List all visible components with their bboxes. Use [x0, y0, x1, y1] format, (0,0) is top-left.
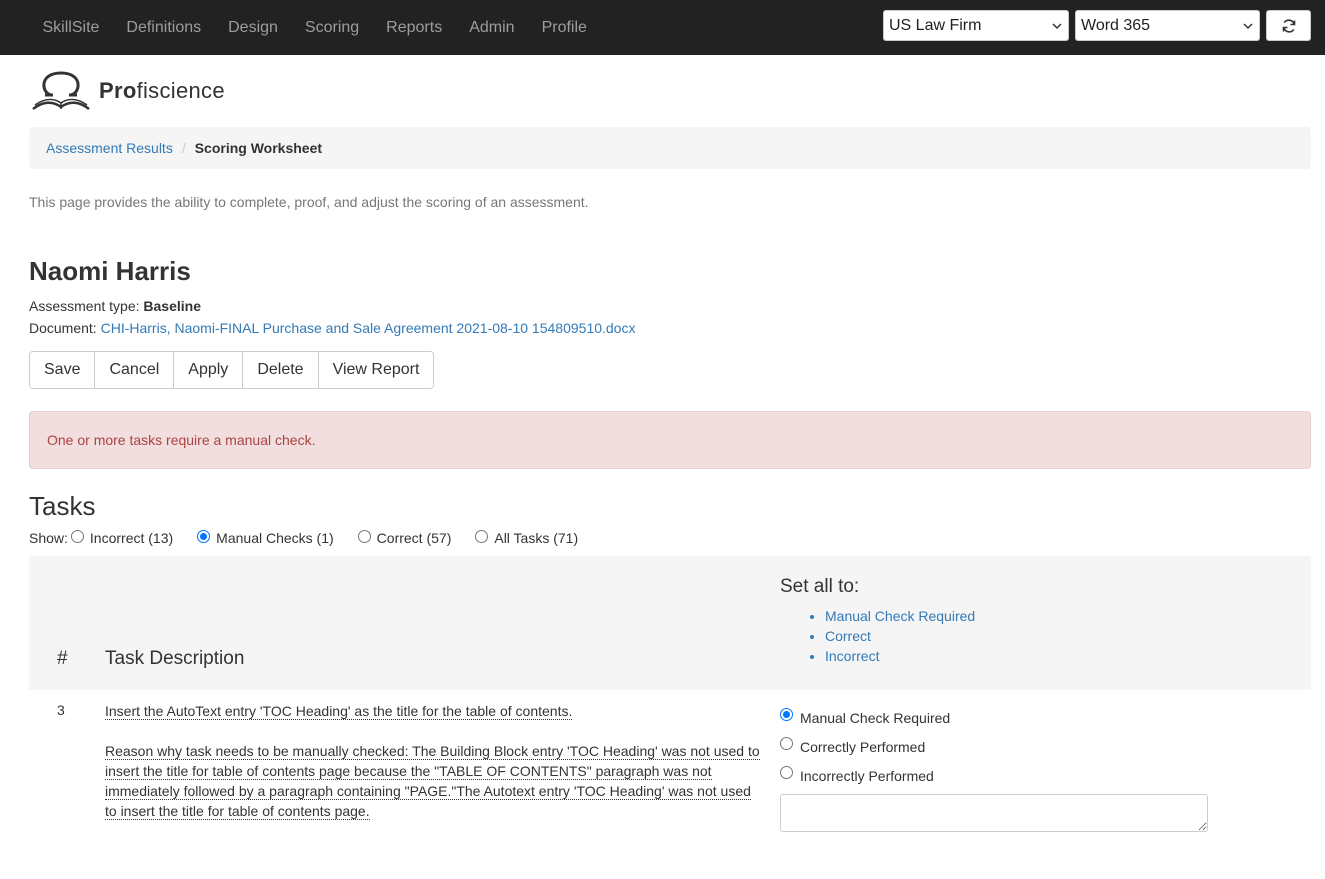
manual-check-alert: One or more tasks require a manual check…: [29, 411, 1311, 469]
logo-text-rest: fiscience: [136, 78, 225, 103]
radio-incorrectly-performed[interactable]: [780, 766, 793, 779]
cancel-button[interactable]: Cancel: [95, 352, 175, 388]
tasks-heading: Tasks: [29, 491, 96, 521]
task-filter-row: Show: Incorrect (13) Manual Checks (1) C…: [29, 529, 1311, 546]
document-link[interactable]: CHI-Harris, Naomi-FINAL Purchase and Sal…: [101, 320, 636, 336]
task-description: Insert the AutoText entry 'TOC Heading' …: [105, 701, 765, 841]
nav-links: SkillSite Definitions Design Scoring Rep…: [29, 0, 600, 55]
top-navbar: SkillSite Definitions Design Scoring Rep…: [0, 0, 1325, 55]
task-reason: Reason why task needs to be manually che…: [105, 743, 760, 820]
filter-all-tasks-label: All Tasks (71): [494, 530, 579, 546]
breadcrumb-assessment-results[interactable]: Assessment Results: [46, 140, 173, 156]
firm-select[interactable]: US Law Firm: [883, 10, 1069, 41]
chevron-down-icon: [1052, 22, 1062, 29]
assessment-type-label: Assessment type:: [29, 298, 140, 314]
option-manual-check-label: Manual Check Required: [800, 709, 951, 726]
filter-correct-label: Correct (57): [376, 530, 452, 546]
filter-incorrect-label: Incorrect (13): [89, 530, 174, 546]
set-all-list: Manual Check Required Correct Incorrect: [780, 606, 975, 666]
tasks-table: # Task Description Set all to: Manual Ch…: [29, 556, 1311, 840]
radio-correctly-performed[interactable]: [780, 737, 793, 750]
nav-reports[interactable]: Reports: [373, 0, 456, 55]
application-select[interactable]: Word 365: [1075, 10, 1260, 41]
refresh-button[interactable]: [1266, 10, 1311, 41]
filter-manual-checks[interactable]: Manual Checks (1): [194, 529, 334, 546]
set-all-manual-check-link[interactable]: Manual Check Required: [825, 608, 975, 624]
book-omega-logo-icon: [32, 71, 90, 110]
profiscience-logo: Profiscience: [29, 55, 1311, 127]
logo-text-bold: Pro: [99, 78, 137, 103]
set-all-panel: Set all to: Manual Check Required Correc…: [780, 576, 975, 666]
nav-right-controls: US Law Firm Word 365: [883, 10, 1311, 41]
radio-correct[interactable]: [357, 529, 371, 543]
nav-scoring[interactable]: Scoring: [291, 0, 372, 55]
set-all-incorrect-link[interactable]: Incorrect: [825, 648, 879, 664]
filter-correct[interactable]: Correct (57): [355, 529, 452, 546]
document-label: Document:: [29, 320, 97, 336]
application-select-value: Word 365: [1081, 16, 1151, 34]
firm-select-value: US Law Firm: [889, 16, 982, 34]
task-text: Insert the AutoText entry 'TOC Heading' …: [105, 703, 573, 720]
task-scoring-options: Manual Check Required Correctly Performe…: [780, 703, 1208, 835]
option-incorrectly-performed[interactable]: Incorrectly Performed: [780, 761, 1208, 790]
nav-design[interactable]: Design: [215, 0, 292, 55]
filter-all-tasks[interactable]: All Tasks (71): [472, 529, 579, 546]
alert-text: One or more tasks require a manual check…: [47, 432, 316, 448]
filter-incorrect[interactable]: Incorrect (13): [68, 529, 174, 546]
apply-button[interactable]: Apply: [174, 352, 244, 388]
save-button[interactable]: Save: [30, 352, 96, 388]
radio-manual-checks[interactable]: [197, 529, 211, 543]
nav-skillsite[interactable]: SkillSite: [29, 0, 113, 55]
nav-admin[interactable]: Admin: [456, 0, 528, 55]
column-header-number: #: [57, 648, 68, 669]
breadcrumb-current: Scoring Worksheet: [194, 140, 323, 156]
chevron-down-icon: [1243, 22, 1253, 29]
set-all-item: Correct: [825, 626, 975, 646]
document-line: Document: CHI-Harris, Naomi-FINAL Purcha…: [29, 317, 1311, 339]
view-report-button[interactable]: View Report: [318, 352, 434, 388]
radio-manual-check-required[interactable]: [780, 708, 793, 721]
assessment-type-line: Assessment type: Baseline: [29, 295, 1311, 317]
page-description: This page provides the ability to comple…: [29, 194, 589, 210]
action-button-group: Save Cancel Apply Delete View Report: [29, 351, 435, 389]
breadcrumb: Assessment Results / Scoring Worksheet: [29, 127, 1311, 169]
delete-button[interactable]: Delete: [243, 352, 319, 388]
nav-profile[interactable]: Profile: [528, 0, 600, 55]
show-label: Show:: [29, 530, 68, 546]
option-incorrectly-performed-label: Incorrectly Performed: [800, 767, 934, 784]
set-all-title: Set all to:: [780, 576, 860, 597]
task-notes-textarea[interactable]: [780, 794, 1208, 832]
column-header-task-description: Task Description: [105, 648, 245, 669]
radio-all-tasks[interactable]: [475, 529, 489, 543]
option-correctly-performed[interactable]: Correctly Performed: [780, 732, 1208, 761]
task-number: 3: [57, 702, 65, 718]
filter-manual-checks-label: Manual Checks (1): [216, 530, 334, 546]
table-header: # Task Description Set all to: Manual Ch…: [29, 556, 1311, 690]
radio-incorrect[interactable]: [70, 529, 84, 543]
option-manual-check-required[interactable]: Manual Check Required: [780, 703, 1208, 732]
option-correctly-performed-label: Correctly Performed: [800, 738, 926, 755]
page-title: Naomi Harris: [29, 256, 191, 286]
refresh-icon: [1282, 18, 1295, 33]
set-all-item: Incorrect: [825, 646, 975, 666]
logo-text: Profiscience: [99, 78, 225, 104]
set-all-item: Manual Check Required: [825, 606, 975, 626]
set-all-correct-link[interactable]: Correct: [825, 628, 871, 644]
assessment-type-value: Baseline: [143, 298, 201, 314]
nav-definitions[interactable]: Definitions: [113, 0, 215, 55]
assessment-meta: Assessment type: Baseline Document: CHI-…: [29, 295, 1311, 339]
table-row: 3 Insert the AutoText entry 'TOC Heading…: [29, 690, 1311, 840]
breadcrumb-separator: /: [181, 140, 186, 156]
main-container: Profiscience Assessment Results / Scorin…: [0, 55, 1325, 840]
